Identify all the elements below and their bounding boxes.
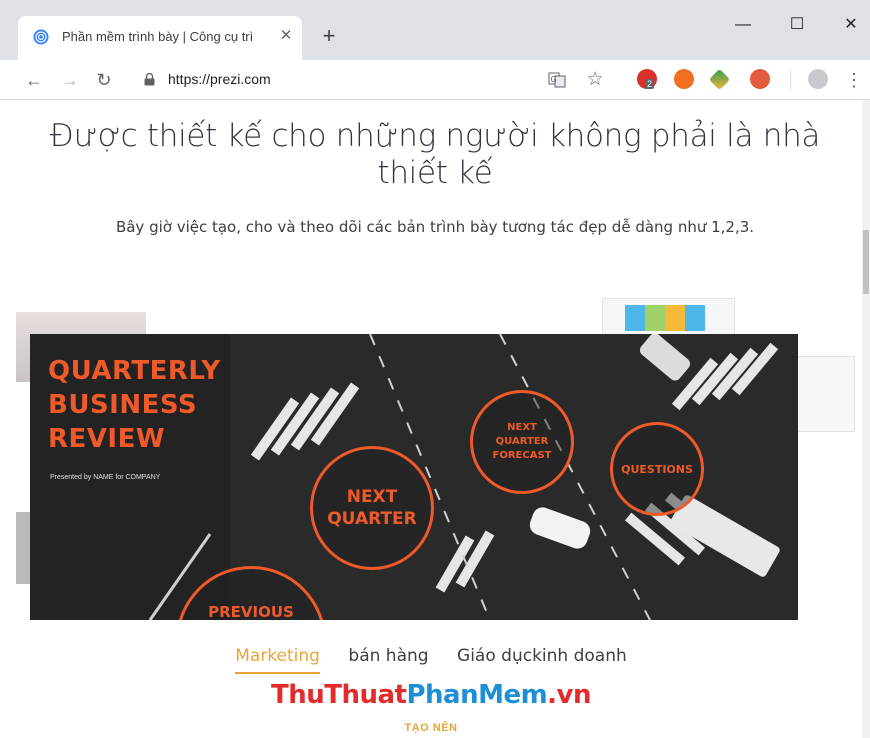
category-tabs: Marketing bán hàng Giáo dụckinh doanh bbox=[0, 646, 862, 674]
browser-tab[interactable]: Phần mềm trình bày | Công cụ trì ✕ bbox=[18, 16, 302, 60]
watermark-part: .vn bbox=[547, 680, 592, 710]
slide-heading-line: BUSINESS bbox=[48, 390, 198, 420]
made-by-label: TẠO NÊN bbox=[404, 722, 458, 734]
next-quarter-circle: NEXT QUARTER bbox=[310, 446, 434, 570]
slide-caption: Presented by NAME for COMPANY bbox=[50, 474, 161, 481]
featured-template-slide[interactable]: QUARTERLY BUSINESS REVIEW Presented by N… bbox=[30, 334, 798, 620]
lock-icon bbox=[144, 73, 155, 86]
adblock-extension-icon[interactable]: 2 bbox=[637, 69, 657, 89]
browser-toolbar: ← → ↻ https://prezi.com G ☆ 2 ⋮ bbox=[0, 60, 870, 100]
reload-button[interactable]: ↻ bbox=[92, 68, 116, 92]
tab-title: Phần mềm trình bày | Công cụ trì bbox=[62, 29, 254, 44]
back-button[interactable]: ← bbox=[22, 68, 46, 92]
profile-avatar[interactable] bbox=[808, 69, 828, 89]
extension-badge: 2 bbox=[645, 79, 655, 89]
hero-title-line1: Được thiết kế cho những người không phải… bbox=[49, 118, 821, 154]
slide-heading: QUARTERLY BUSINESS REVIEW bbox=[48, 354, 221, 456]
tab-education[interactable]: Giáo dục bbox=[457, 646, 532, 672]
tab-marketing[interactable]: Marketing bbox=[235, 646, 320, 674]
toolbar-divider bbox=[790, 70, 791, 90]
url-text: https://prezi.com bbox=[168, 71, 271, 87]
svg-text:G: G bbox=[551, 75, 557, 84]
translate-icon[interactable]: G bbox=[548, 71, 566, 89]
extension-orange-icon[interactable] bbox=[674, 69, 694, 89]
hero-title: Được thiết kế cho những người không phải… bbox=[30, 118, 840, 192]
template-thumbnail[interactable] bbox=[797, 356, 855, 432]
watermark-part: ThuThuat bbox=[270, 680, 407, 710]
forecast-circle: NEXT QUARTER FORECAST bbox=[470, 390, 574, 494]
watermark-logo: ThuThuatPhanMem.vn bbox=[0, 680, 862, 710]
bookmark-star-icon[interactable]: ☆ bbox=[583, 68, 607, 92]
maximize-button[interactable]: ☐ bbox=[782, 10, 812, 40]
close-window-button[interactable]: ✕ bbox=[836, 10, 866, 40]
tab-close-icon[interactable]: ✕ bbox=[276, 26, 296, 46]
extension-green-icon[interactable] bbox=[708, 68, 731, 91]
extension-red-icon[interactable] bbox=[750, 69, 770, 89]
page-scrollbar[interactable] bbox=[862, 100, 870, 738]
minimize-button[interactable]: — bbox=[728, 10, 758, 40]
menu-icon[interactable]: ⋮ bbox=[842, 68, 866, 92]
thumbnail-preview bbox=[625, 305, 705, 331]
hero-subtitle: Bây giờ việc tạo, cho và theo dõi các bả… bbox=[115, 218, 755, 236]
tab-business[interactable]: kinh doanh bbox=[532, 646, 627, 672]
new-tab-button[interactable]: + bbox=[318, 25, 340, 48]
slide-heading-line: QUARTERLY bbox=[48, 356, 221, 386]
prezi-favicon-icon bbox=[33, 29, 49, 45]
browser-titlebar: Phần mềm trình bày | Công cụ trì ✕ + — ☐… bbox=[0, 0, 870, 60]
questions-circle: QUESTIONS bbox=[610, 422, 704, 516]
tab-sales[interactable]: bán hàng bbox=[348, 646, 428, 672]
watermark-part: PhanMem bbox=[406, 680, 548, 710]
page-content: Được thiết kế cho những người không phải… bbox=[0, 100, 862, 738]
template-thumbnail[interactable] bbox=[602, 298, 735, 338]
scrollbar-thumb[interactable] bbox=[863, 230, 869, 294]
slide-heading-line: REVIEW bbox=[48, 424, 166, 454]
hero-title-line2: thiết kế bbox=[377, 155, 493, 191]
forward-button[interactable]: → bbox=[58, 68, 82, 92]
